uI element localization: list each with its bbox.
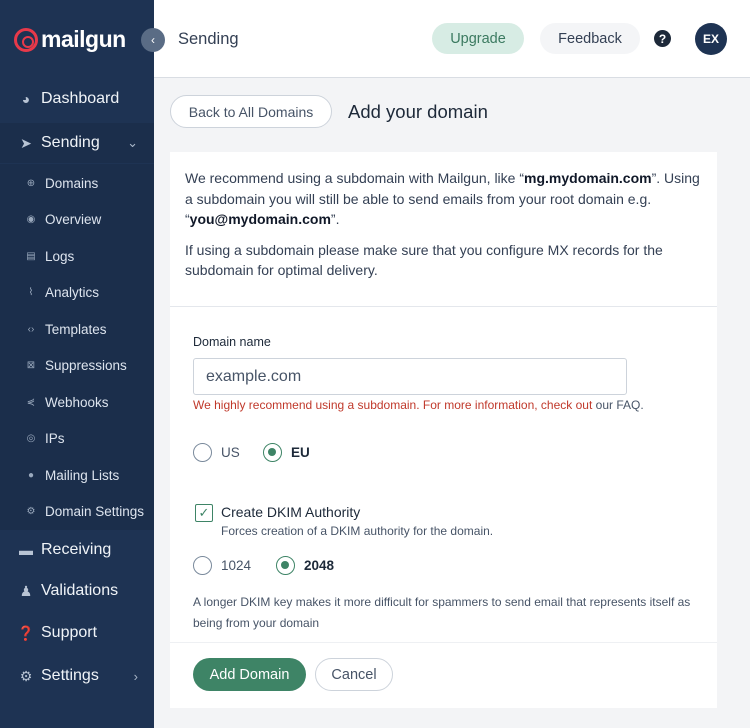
help-icon[interactable]: ? — [654, 30, 671, 47]
sidebar-item-label: Templates — [45, 321, 107, 337]
send-icon: ➤ — [20, 134, 32, 151]
region-eu-radio[interactable]: EU — [263, 443, 310, 462]
chevron-right-icon: › — [133, 668, 138, 684]
radio-unchecked-icon — [193, 443, 212, 462]
code-icon: ‹› — [27, 323, 35, 335]
sidebar-item-domain-settings[interactable]: ⚙ Domain Settings — [0, 496, 154, 526]
intro-text: We recommend using a subdomain with Mail… — [185, 168, 705, 281]
chevron-left-icon: ‹ — [151, 33, 155, 47]
page-title: Add your domain — [348, 101, 488, 122]
radio-checked-icon — [263, 443, 282, 462]
dashboard-icon: ◕ — [21, 91, 31, 107]
collapse-sidebar-button[interactable]: ‹ — [141, 28, 165, 52]
dkim-description: Forces creation of a DKIM authority for … — [221, 524, 494, 538]
dkim-1024-radio[interactable]: 1024 — [193, 556, 251, 575]
mailgun-logo[interactable]: mailgun — [14, 26, 126, 53]
dkim-title: Create DKIM Authority — [221, 504, 361, 520]
sidebar-item-label: Suppressions — [45, 357, 127, 373]
at-sign-icon — [14, 27, 38, 52]
sidebar-item-label: Webhooks — [45, 394, 109, 410]
dkim-key-note: A longer DKIM key makes it more difficul… — [193, 595, 691, 630]
intro-paragraph-2: If using a subdomain please make sure th… — [185, 241, 663, 279]
sidebar-item-domains[interactable]: ⊕ Domains — [0, 168, 154, 198]
sidebar: mailgun ◕ Dashboard ➤ Sending ⌄ ⊕ Domain… — [0, 0, 154, 728]
faq-link[interactable]: our FAQ. — [596, 398, 644, 412]
user-icon: ● — [27, 469, 35, 481]
radio-checked-icon — [276, 556, 295, 575]
create-dkim-checkbox[interactable]: ✓ — [195, 504, 213, 522]
sidebar-item-label: Mailing Lists — [45, 467, 120, 483]
add-domain-button[interactable]: Add Domain — [193, 658, 306, 691]
sidebar-item-label: Receiving — [41, 541, 112, 558]
gear-icon: ⚙ — [19, 667, 33, 684]
sidebar-item-analytics[interactable]: ⌇ Analytics — [0, 277, 154, 307]
help-circle-icon: ❓ — [17, 624, 35, 641]
sidebar-item-label: Analytics — [45, 284, 100, 300]
block-icon: ⊠ — [26, 359, 36, 371]
radio-unchecked-icon — [193, 556, 212, 575]
cancel-button[interactable]: Cancel — [315, 658, 393, 691]
section-title: Sending — [178, 30, 239, 48]
radio-label: US — [221, 445, 240, 460]
sidebar-item-label: Support — [41, 624, 98, 641]
sidebar-item-webhooks[interactable]: ⋞ Webhooks — [0, 387, 154, 417]
region-us-radio[interactable]: US — [193, 443, 240, 462]
radio-label: 1024 — [221, 558, 252, 573]
sidebar-item-label: Logs — [45, 248, 75, 264]
sidebar-item-label: Settings — [41, 667, 99, 684]
divider — [170, 306, 717, 307]
radio-label: EU — [291, 445, 310, 460]
inbox-icon: ▬ — [19, 542, 33, 558]
top-bar: Sending Upgrade Feedback ? EX — [154, 0, 750, 78]
add-domain-card: We recommend using a subdomain with Mail… — [170, 152, 717, 708]
sidebar-item-logs[interactable]: ▤ Logs — [0, 241, 154, 271]
domain-name-label: Domain name — [193, 335, 271, 349]
sidebar-item-receiving[interactable]: ▬ Receiving — [0, 530, 154, 570]
sidebar-item-ips[interactable]: ◎ IPs — [0, 423, 154, 453]
sidebar-item-suppressions[interactable]: ⊠ Suppressions — [0, 350, 154, 380]
globe-icon: ⊕ — [26, 177, 36, 189]
upgrade-button[interactable]: Upgrade — [432, 23, 524, 54]
user-check-icon: ♟ — [19, 582, 33, 599]
sidebar-item-overview[interactable]: ◉ Overview — [0, 204, 154, 234]
intro-paragraph-1: We recommend using a subdomain with Mail… — [185, 170, 700, 227]
feedback-button[interactable]: Feedback — [540, 23, 640, 54]
sidebar-item-label: Sending — [41, 134, 100, 151]
sidebar-item-mailing-lists[interactable]: ● Mailing Lists — [0, 460, 154, 490]
sidebar-item-settings[interactable]: ⚙ Settings › — [0, 656, 154, 696]
sidebar-item-label: Domains — [45, 175, 99, 191]
subdomain-hint: We highly recommend using a subdomain. F… — [193, 398, 644, 412]
chevron-down-icon: ⌄ — [127, 135, 138, 150]
sidebar-item-label: Dashboard — [41, 90, 120, 107]
dkim-2048-radio[interactable]: 2048 — [276, 556, 334, 575]
sidebar-item-label: Validations — [41, 582, 119, 599]
divider — [170, 642, 717, 643]
sidebar-item-sending[interactable]: ➤ Sending ⌄ — [0, 123, 154, 163]
sidebar-item-validations[interactable]: ♟ Validations — [0, 571, 154, 611]
sidebar-item-templates[interactable]: ‹› Templates — [0, 314, 154, 344]
sidebar-item-dashboard[interactable]: ◕ Dashboard — [0, 79, 154, 119]
webhook-icon: ⋞ — [26, 396, 36, 408]
logo-text: mailgun — [41, 26, 126, 52]
checkmark-icon: ✓ — [198, 505, 210, 520]
avatar[interactable]: EX — [695, 23, 727, 55]
radio-label: 2048 — [304, 558, 335, 573]
sidebar-item-label: Overview — [45, 211, 102, 227]
location-icon: ◎ — [26, 432, 36, 444]
sidebar-item-label: IPs — [45, 430, 65, 446]
back-to-all-domains-button[interactable]: Back to All Domains — [170, 95, 332, 128]
sidebar-item-label: Domain Settings — [45, 503, 145, 519]
gear-icon: ⚙ — [26, 505, 36, 517]
eye-icon: ◉ — [26, 213, 36, 225]
chart-line-icon: ⌇ — [28, 286, 34, 298]
domain-name-input[interactable] — [193, 358, 627, 395]
file-icon: ▤ — [26, 250, 36, 262]
sidebar-item-support[interactable]: ❓ Support — [0, 613, 154, 653]
